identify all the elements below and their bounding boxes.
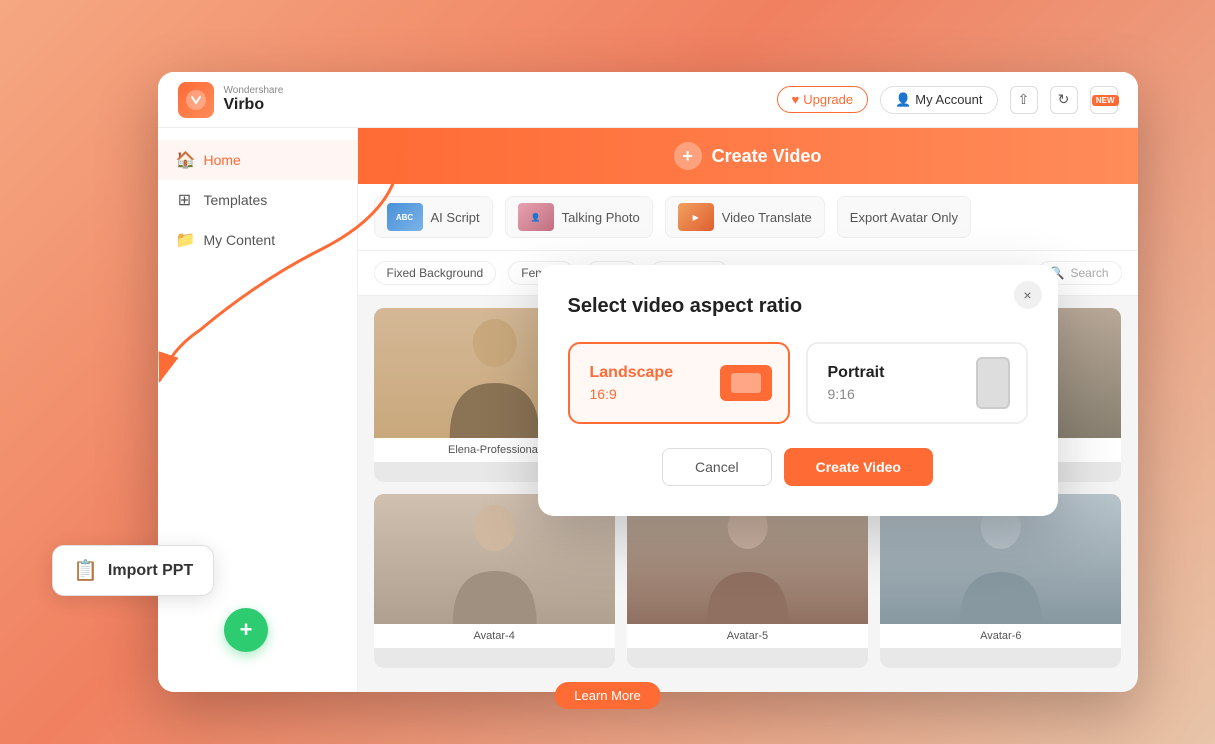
upgrade-button[interactable]: ♥ Upgrade [777,86,869,113]
ratio-options: Landscape 16:9 Portrait 9:16 [568,342,1028,424]
my-content-icon: 📁 [176,230,194,250]
grid-button[interactable]: ⊞ NEW [1090,86,1118,114]
sidebar-item-my-content[interactable]: 📁 My Content [158,220,357,260]
upgrade-icon: ♥ [792,92,800,107]
aspect-ratio-dialog: × Select video aspect ratio Landscape 16… [538,265,1058,516]
sidebar-item-templates-label: Templates [204,192,268,208]
templates-icon: ⊞ [176,190,194,210]
dialog-title: Select video aspect ratio [568,295,1028,318]
cancel-button[interactable]: Cancel [662,448,772,486]
green-plus-button[interactable]: + [224,608,268,652]
close-icon: × [1023,287,1031,303]
portrait-ratio: 9:16 [828,386,855,402]
app-name: Virbo [224,96,284,114]
refresh-icon: ↻ [1058,91,1070,108]
import-ppt-icon: 📋 [73,558,98,583]
app-header: Wondershare Virbo ♥ Upgrade 👤 My Account… [158,72,1138,128]
dialog-overlay: × Select video aspect ratio Landscape 16… [358,128,1138,692]
sidebar: 🏠 Home ⊞ Templates 📁 My Content [158,128,358,692]
logo-icon [178,82,214,118]
create-video-button[interactable]: Create Video [784,448,933,486]
dialog-actions: Cancel Create Video [568,448,1028,486]
sidebar-item-my-content-label: My Content [204,232,276,248]
import-ppt-card[interactable]: 📋 Import PPT [52,545,214,596]
upgrade-label: Upgrade [803,92,853,107]
portrait-label: Portrait [828,364,885,382]
sidebar-item-templates[interactable]: ⊞ Templates [158,180,357,220]
share-icon: ⇧ [1018,91,1030,108]
landscape-icon [720,365,772,401]
sidebar-item-home[interactable]: 🏠 Home [158,140,357,180]
logo-text: Wondershare Virbo [224,85,284,114]
brand-name: Wondershare [224,85,284,96]
refresh-button[interactable]: ↻ [1050,86,1078,114]
plus-icon: + [240,617,253,643]
landscape-ratio: 16:9 [590,386,617,402]
portrait-icon [976,357,1010,409]
app-body: 🏠 Home ⊞ Templates 📁 My Content + Create… [158,128,1138,692]
home-icon: 🏠 [176,150,194,170]
main-content: + Create Video ABC AI Script 👤 Talking P… [358,128,1138,692]
ratio-landscape[interactable]: Landscape 16:9 [568,342,790,424]
sidebar-item-home-label: Home [204,152,241,168]
landscape-label: Landscape [590,364,674,382]
header-actions: ♥ Upgrade 👤 My Account ⇧ ↻ ⊞ NEW [777,86,1118,114]
import-ppt-label: Import PPT [108,562,193,580]
app-window: Wondershare Virbo ♥ Upgrade 👤 My Account… [158,72,1138,692]
ratio-portrait[interactable]: Portrait 9:16 [806,342,1028,424]
my-account-label: My Account [915,92,982,107]
logo-area: Wondershare Virbo [178,82,284,118]
new-badge: NEW [1092,95,1119,106]
dialog-close-button[interactable]: × [1014,281,1042,309]
share-button[interactable]: ⇧ [1010,86,1038,114]
my-account-button[interactable]: 👤 My Account [880,86,997,114]
account-icon: 👤 [895,92,911,108]
